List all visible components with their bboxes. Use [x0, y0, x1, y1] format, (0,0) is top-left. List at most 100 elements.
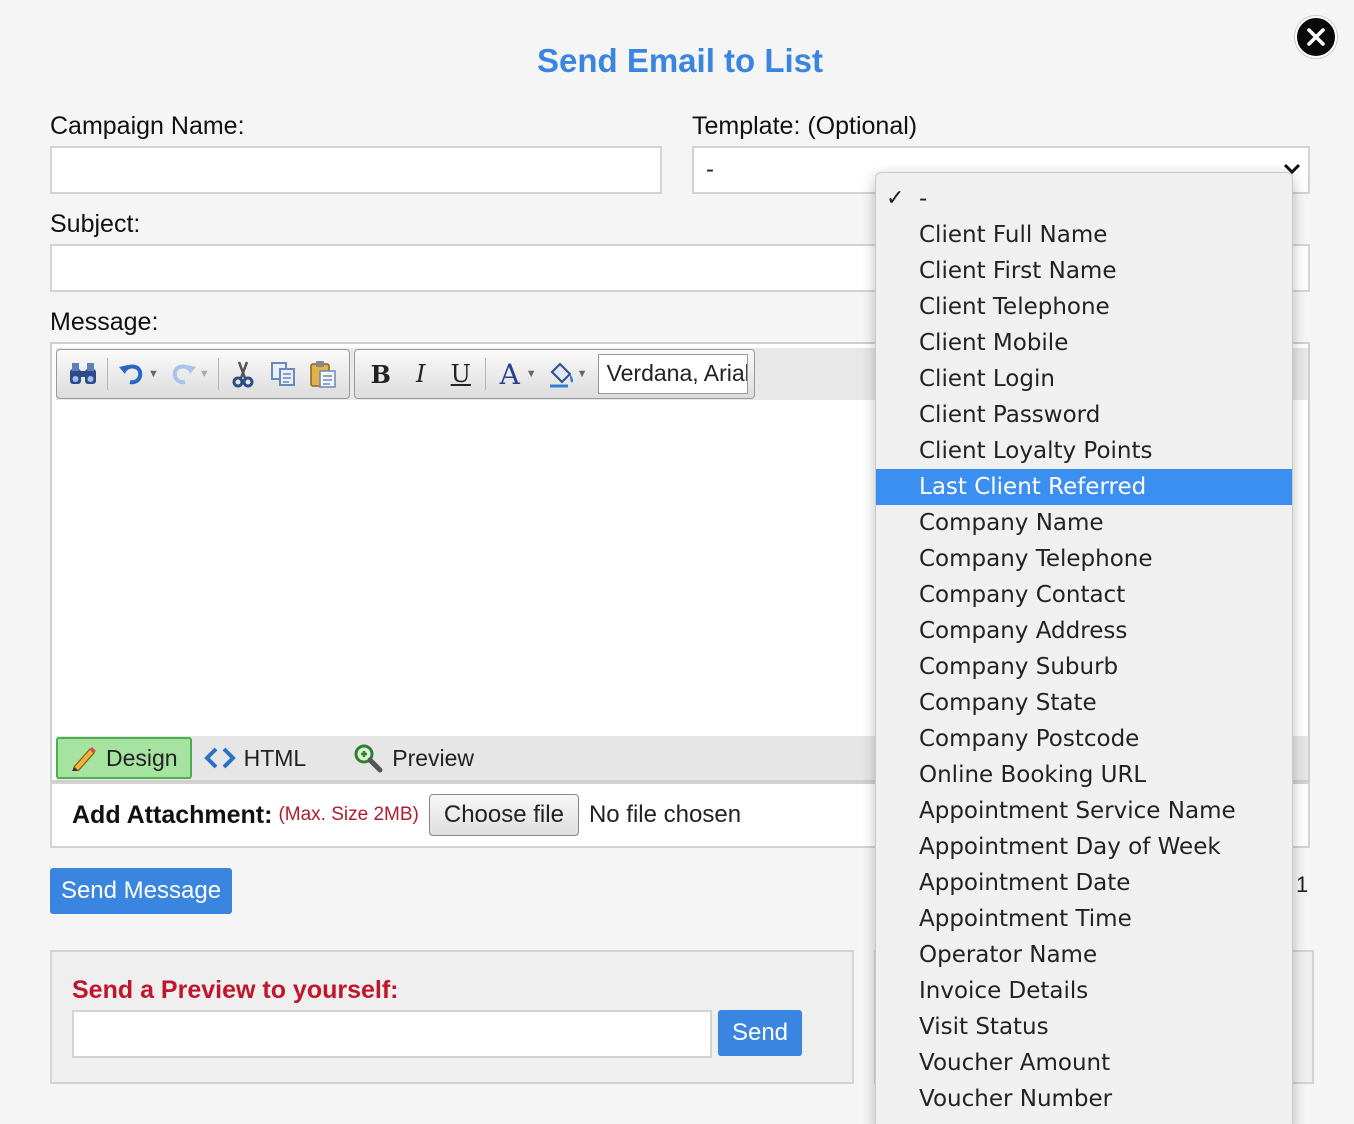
template-option[interactable]: Client Loyalty Points	[876, 433, 1292, 469]
file-status: No file chosen	[588, 801, 742, 828]
template-option-label: Operator Name	[919, 942, 1098, 968]
cut-button[interactable]	[223, 354, 263, 394]
template-option-label: Client Login	[919, 366, 1055, 392]
tab-preview[interactable]: Preview	[340, 737, 486, 779]
tab-html[interactable]: HTML	[192, 737, 319, 779]
toolbar-separator	[107, 358, 108, 390]
template-option[interactable]: Client Password	[876, 397, 1292, 433]
template-option-label: Company Name	[919, 510, 1104, 536]
template-option-label: Online Booking URL	[919, 762, 1147, 788]
tab-design-label: Design	[106, 744, 178, 771]
template-option[interactable]: Client Full Name	[876, 217, 1292, 253]
template-option-label: Appointment Date	[919, 870, 1131, 896]
choose-file-button[interactable]: Choose file	[428, 794, 579, 836]
template-option[interactable]: Client First Name	[876, 253, 1292, 289]
redo-button[interactable]	[163, 354, 203, 394]
template-selected-value: -	[706, 156, 714, 183]
highlight-color-dropdown-icon[interactable]: ▼	[577, 368, 588, 380]
code-icon	[203, 747, 236, 769]
highlight-color-button[interactable]	[541, 354, 581, 394]
template-option-label: Last Client Referred	[919, 474, 1147, 500]
tab-preview-label: Preview	[392, 744, 475, 771]
template-option-label: -	[919, 186, 928, 212]
undo-icon	[119, 364, 143, 385]
toolbar-group-format: B I U A ▼ ▼ Verdana, Arial	[353, 349, 755, 399]
message-label: Message:	[50, 308, 159, 336]
template-option-label: Client Telephone	[919, 294, 1110, 320]
binoculars-icon	[70, 363, 96, 384]
template-option-label: Client Loyalty Points	[919, 438, 1153, 464]
underline-button[interactable]: U	[441, 354, 481, 394]
send-message-button[interactable]: Send Message	[50, 868, 232, 914]
template-option-label: Voucher Number	[919, 1086, 1113, 1112]
preview-send-button[interactable]: Send	[718, 1010, 802, 1056]
preview-email-input[interactable]	[72, 1010, 712, 1058]
template-option-label: Invoice Details	[919, 978, 1089, 1004]
template-option[interactable]: Last Client Referred	[876, 469, 1292, 505]
font-color-button[interactable]: A	[490, 354, 530, 394]
template-option-label: Appointment Time	[919, 906, 1132, 932]
recipient-count: 1	[1296, 872, 1309, 897]
template-label: Template: (Optional)	[692, 112, 918, 140]
preview-panel: Send a Preview to yourself: Send	[50, 950, 854, 1084]
toolbar-group-edit: ▼ ▼	[56, 349, 350, 399]
template-option[interactable]: Client Login	[876, 361, 1292, 397]
undo-dropdown-icon[interactable]: ▼	[148, 368, 159, 380]
font-family-select[interactable]: Verdana, Arial	[597, 354, 748, 394]
check-icon: ✓	[886, 186, 905, 211]
subject-label: Subject:	[50, 210, 141, 238]
template-option-label: Company Telephone	[919, 546, 1153, 572]
template-option[interactable]: Voucher Amount	[876, 1045, 1292, 1081]
template-option[interactable]: Company Telephone	[876, 541, 1292, 577]
template-option[interactable]: Client Telephone	[876, 289, 1292, 325]
tab-html-label: HTML	[243, 744, 307, 771]
template-option-label: Appointment Day of Week	[919, 834, 1221, 860]
paste-icon	[310, 361, 336, 388]
font-color-dropdown-icon[interactable]: ▼	[526, 368, 537, 380]
template-option[interactable]: Appointment Service Name	[876, 793, 1292, 829]
template-option-label: Client Mobile	[919, 330, 1069, 356]
template-option-label: Company Contact	[919, 582, 1126, 608]
tab-design[interactable]: Design	[56, 737, 192, 779]
template-option[interactable]: Company State	[876, 685, 1292, 721]
template-option[interactable]: Appointment Day of Week	[876, 829, 1292, 865]
template-option[interactable]: Appointment Time	[876, 901, 1292, 937]
campaign-name-label: Campaign Name:	[50, 112, 245, 140]
template-option[interactable]: Voucher Number	[876, 1081, 1292, 1117]
paint-bucket-icon	[549, 362, 573, 388]
bold-button[interactable]: B	[361, 354, 401, 394]
toolbar-separator	[484, 358, 486, 390]
template-option[interactable]: Client Mobile	[876, 325, 1292, 361]
attachment-max-size: (Max. Size 2MB)	[278, 804, 419, 825]
template-option[interactable]: Online Booking URL	[876, 757, 1292, 793]
template-option[interactable]: Company Contact	[876, 577, 1292, 613]
template-option[interactable]: Operator Name	[876, 937, 1292, 973]
campaign-name-input[interactable]	[50, 146, 662, 194]
pencil-icon	[72, 747, 96, 771]
dialog-title: Send Email to List	[536, 42, 824, 79]
template-option[interactable]: Appointment Date	[876, 865, 1292, 901]
copy-icon	[270, 362, 295, 386]
template-option[interactable]: Invoice Details	[876, 973, 1292, 1009]
template-option[interactable]: ✓ -	[876, 181, 1292, 217]
redo-dropdown-icon[interactable]: ▼	[199, 368, 210, 380]
paste-button[interactable]	[303, 354, 343, 394]
redo-icon	[172, 364, 196, 385]
toolbar-separator	[217, 358, 219, 390]
template-option[interactable]: Company Suburb	[876, 649, 1292, 685]
template-option[interactable]: Company Postcode	[876, 721, 1292, 757]
template-option[interactable]: Company Address	[876, 613, 1292, 649]
copy-button[interactable]	[263, 354, 303, 394]
find-replace-button[interactable]	[63, 354, 103, 394]
magnifier-icon	[354, 744, 383, 773]
italic-button[interactable]: I	[401, 354, 441, 394]
attachment-label: Add Attachment:	[72, 800, 273, 829]
template-option[interactable]: Company Name	[876, 505, 1292, 541]
template-option-label: Client Full Name	[919, 222, 1108, 248]
undo-button[interactable]	[112, 354, 152, 394]
template-option-label: Voucher Amount	[919, 1050, 1111, 1076]
template-option-label: Company Address	[919, 618, 1128, 644]
template-option-label: Appointment Service Name	[919, 798, 1236, 824]
template-option-label: Client Password	[919, 402, 1101, 428]
template-option[interactable]: Visit Status	[876, 1009, 1292, 1045]
